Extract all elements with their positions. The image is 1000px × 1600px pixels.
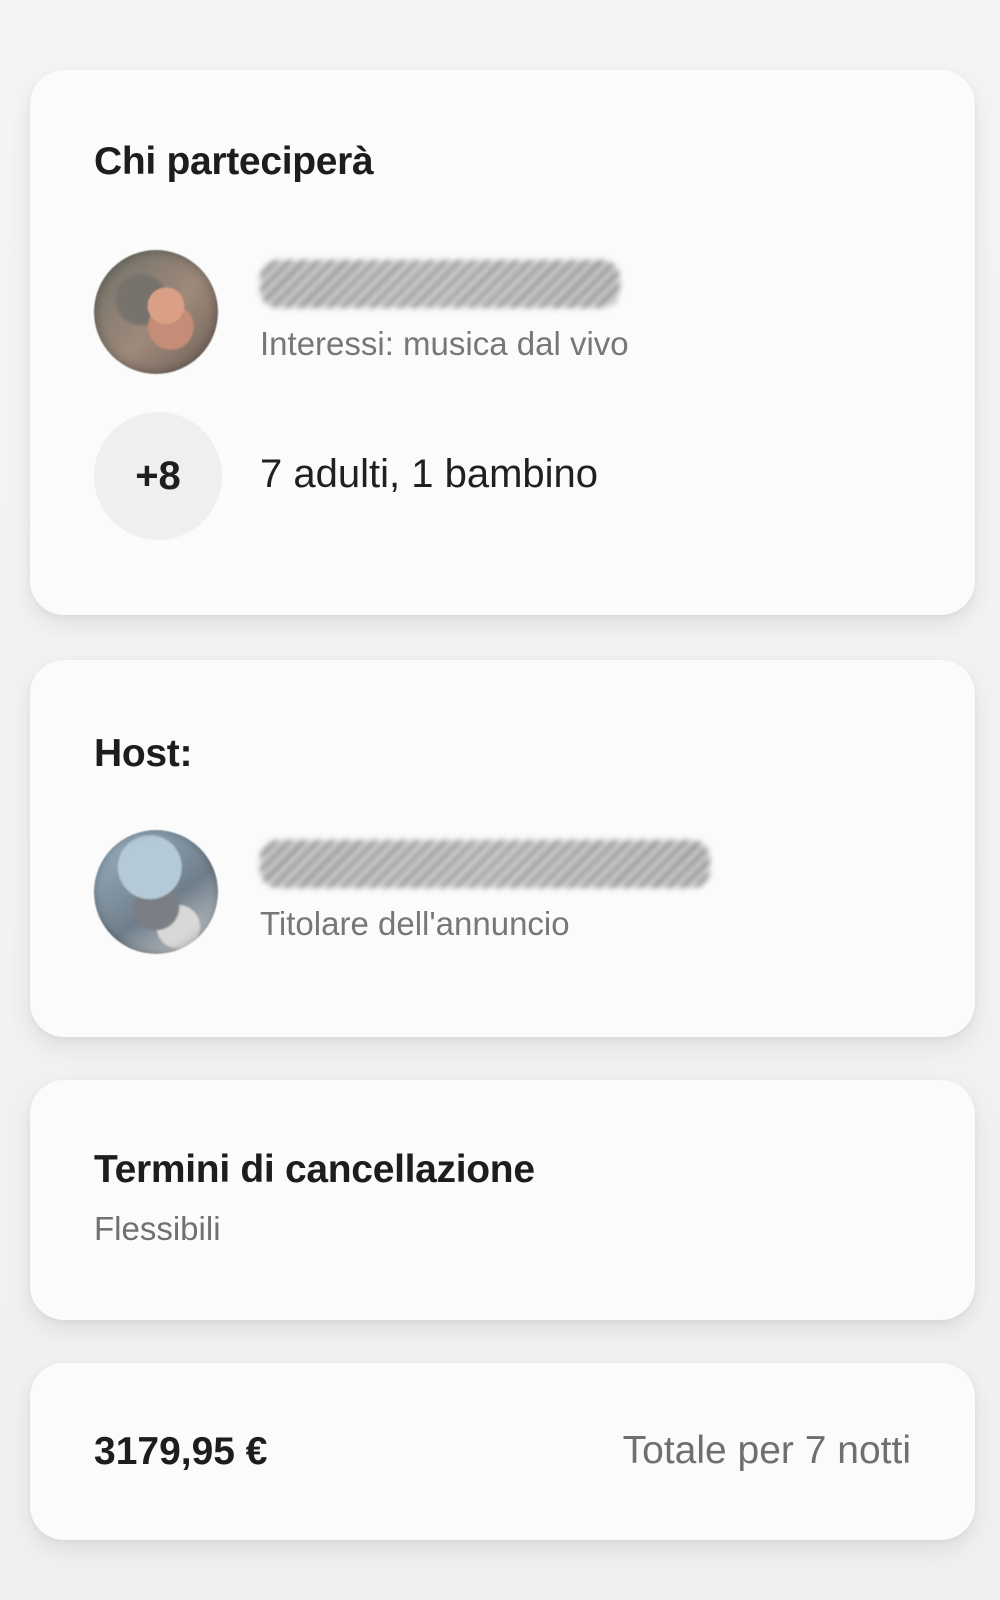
total-price-label: Totale per 7 notti <box>622 1429 911 1472</box>
total-price: 3179,95 € <box>94 1430 268 1473</box>
guest-avatar <box>94 250 218 374</box>
participants-card: Chi parteciperà Interessi: musica dal vi… <box>30 70 975 615</box>
guest-interest-text: Interessi: musica dal vivo <box>260 325 629 362</box>
total-price-card[interactable]: 3179,95 € Totale per 7 notti <box>30 1363 975 1540</box>
booking-details-screen: Chi parteciperà Interessi: musica dal vi… <box>0 0 1000 1600</box>
host-role-text: Titolare dell'annuncio <box>260 905 570 942</box>
cancellation-title: Termini di cancellazione <box>94 1148 535 1191</box>
additional-guests-row[interactable]: +8 7 adulti, 1 bambino <box>94 412 854 540</box>
additional-guests-count-badge: +8 <box>94 412 222 540</box>
host-title: Host: <box>94 732 193 775</box>
redacted-host-name <box>260 840 710 888</box>
host-card: Host: Titolare dell'annuncio <box>30 660 975 1037</box>
host-row[interactable]: Titolare dell'annuncio <box>94 830 854 954</box>
redacted-guest-name <box>260 260 620 308</box>
primary-guest-row[interactable]: Interessi: musica dal vivo <box>94 250 854 374</box>
host-avatar <box>94 830 218 954</box>
additional-guests-summary: 7 adulti, 1 bambino <box>260 452 599 496</box>
participants-title: Chi parteciperà <box>94 140 374 183</box>
cancellation-policy-card[interactable]: Termini di cancellazione Flessibili <box>30 1080 975 1320</box>
cancellation-value: Flessibili <box>94 1210 221 1247</box>
